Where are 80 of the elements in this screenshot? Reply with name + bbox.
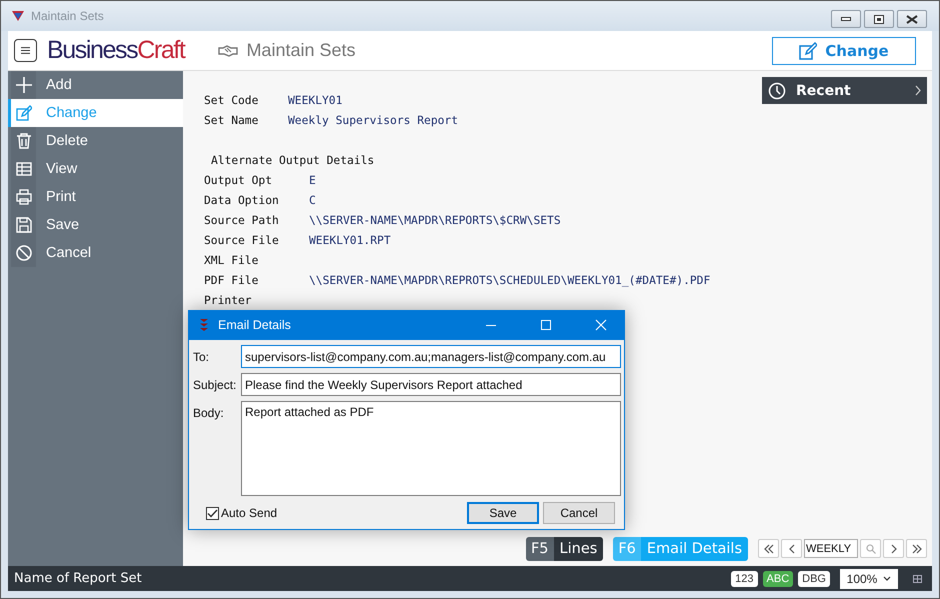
text-field[interactable]: supervisors-list@company.com.au;managers-list@company.com.au xyxy=(241,345,621,368)
grid-icon xyxy=(913,574,922,582)
restore-icon xyxy=(874,14,884,24)
field-label: To: xyxy=(193,349,210,366)
sidebar-item[interactable]: Save xyxy=(8,211,183,239)
field-value: WEEKLY01.RPT xyxy=(309,234,391,246)
mode-indicator[interactable]: 123 xyxy=(731,570,758,586)
field-value: \\SERVER-NAME\MAPDR\REPROTS\SCHEDULED\WEEKLY01_(#DATE#).PDF xyxy=(309,274,710,286)
body-field[interactable]: Report attached as PDF xyxy=(241,401,621,496)
field-label: XML File xyxy=(204,254,260,266)
close-button[interactable] xyxy=(897,10,927,28)
cancel-icon xyxy=(16,245,32,261)
sidebar-item[interactable]: Add xyxy=(8,71,183,99)
field-label: Source Path xyxy=(204,214,280,226)
field-label: Printer xyxy=(204,294,253,306)
search-icon xyxy=(866,544,876,554)
field-value: WEEKLY01 xyxy=(288,94,342,106)
page-title: Maintain Sets xyxy=(246,40,356,61)
field-label: Source File xyxy=(204,234,280,246)
field-label: Subject: xyxy=(193,377,238,394)
handshake-icon xyxy=(218,44,238,56)
sidebar-item[interactable]: Delete xyxy=(8,127,183,155)
edit-icon xyxy=(16,105,32,121)
window-title: Maintain Sets xyxy=(31,9,105,23)
menu-icon xyxy=(21,46,30,55)
mode-indicator[interactable]: DBG xyxy=(798,570,830,586)
restore-button[interactable] xyxy=(864,10,894,28)
menu-button[interactable] xyxy=(14,39,37,62)
edit-icon xyxy=(799,42,818,60)
field-label: Data Option xyxy=(204,194,280,206)
close-icon xyxy=(906,14,918,24)
chevron-left-icon xyxy=(786,544,796,554)
double-chevron-right-button[interactable] xyxy=(906,539,927,558)
table-icon xyxy=(16,161,32,177)
minimize-button[interactable] xyxy=(831,10,861,28)
checkmark-icon xyxy=(207,508,218,518)
chevrons-down-icon xyxy=(199,318,209,332)
checkbox-label: Auto Send xyxy=(221,506,278,520)
chevron-down-icon xyxy=(883,576,892,581)
field-label: Output Opt xyxy=(204,174,274,186)
app-logo-icon xyxy=(11,10,25,22)
printer-icon xyxy=(16,189,32,205)
clock-icon xyxy=(768,82,786,100)
field-value: E xyxy=(309,174,316,186)
recent-label: Recent xyxy=(796,82,852,98)
double-chevron-left-button[interactable] xyxy=(758,539,779,558)
field-value: Weekly Supervisors Report xyxy=(288,114,458,126)
minimize-icon xyxy=(841,16,851,22)
chevron-right-icon xyxy=(915,85,921,96)
dialog-button[interactable]: Save xyxy=(467,502,539,524)
maximize-icon xyxy=(540,319,552,331)
field-label: Set Name xyxy=(204,114,260,126)
field-label: PDF File xyxy=(204,274,260,286)
double-chevron-right-icon xyxy=(912,544,922,554)
recent-panel[interactable]: Recent xyxy=(762,77,927,104)
zoom-dropdown[interactable]: 100% xyxy=(840,568,898,588)
dialog-title: Email Details xyxy=(218,318,292,332)
sidebar-item[interactable]: Print xyxy=(8,183,183,211)
field-value: \\SERVER-NAME\MAPDR\REPORTS\$CRW\SETS xyxy=(309,214,561,226)
checkbox[interactable] xyxy=(206,506,219,520)
chevron-left-button[interactable] xyxy=(781,539,802,558)
field-value: C xyxy=(309,194,316,206)
chevron-right-icon xyxy=(888,544,898,554)
brand-logo: BusinessCraft xyxy=(47,36,184,65)
close-icon xyxy=(595,319,607,331)
dialog-button[interactable]: Cancel xyxy=(543,502,615,524)
sidebar-item[interactable]: Cancel xyxy=(8,239,183,267)
change-button[interactable]: Change xyxy=(772,36,916,64)
plus-icon xyxy=(16,77,32,93)
function-key-button[interactable]: F5 Lines xyxy=(526,536,604,560)
field-label: Body: xyxy=(193,405,225,422)
search-field[interactable]: WEEKLY xyxy=(804,539,858,558)
text-field[interactable]: Please find the Weekly Supervisors Report attached xyxy=(241,373,621,396)
section-title: Alternate Output Details xyxy=(211,154,374,166)
field-label: Set Code xyxy=(204,94,260,106)
sidebar-item[interactable]: View xyxy=(8,155,183,183)
status-text: Name of Report Set xyxy=(14,571,143,586)
trash-icon xyxy=(16,133,32,149)
chevron-right-button[interactable] xyxy=(883,539,904,558)
double-chevron-left-icon xyxy=(764,544,774,554)
